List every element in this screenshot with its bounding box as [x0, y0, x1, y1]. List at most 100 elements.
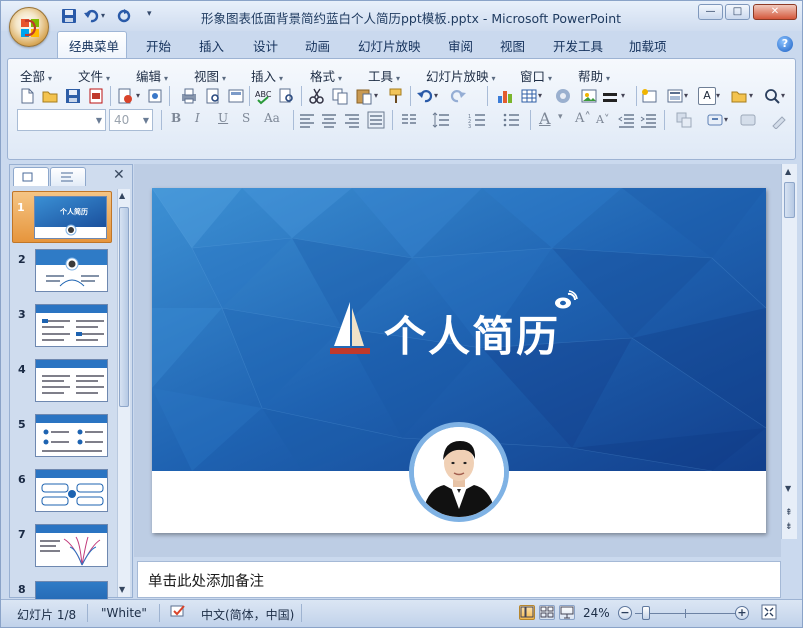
table-icon[interactable] [520, 87, 538, 105]
open-folder-icon[interactable] [41, 87, 59, 105]
theme-name[interactable]: "White" [101, 606, 147, 620]
menu-view[interactable]: 视图 ▾ [194, 66, 226, 85]
layout-icon[interactable] [666, 87, 684, 105]
new-slide-icon[interactable] [640, 87, 658, 105]
italic-button[interactable]: I [195, 111, 200, 125]
slide-thumb-3[interactable]: 3 [12, 304, 112, 356]
save-icon[interactable] [64, 87, 82, 105]
font-name-select[interactable]: ▼ [17, 109, 106, 131]
tab-view[interactable]: 视图 [500, 36, 525, 55]
text-box-dropdown-icon[interactable]: ▾ [716, 91, 724, 109]
slide-layout-icon[interactable] [227, 87, 245, 105]
help-icon[interactable]: ? [777, 36, 793, 52]
increase-indent-icon[interactable] [639, 111, 657, 129]
slide-thumb-8[interactable]: 8 [12, 579, 112, 599]
scroll-up-icon[interactable]: ▲ [119, 191, 125, 200]
customize-quick-access-icon[interactable]: ▾ [147, 9, 157, 25]
shapes-dropdown-icon[interactable]: ▾ [749, 91, 757, 109]
scrollbar-thumb[interactable] [784, 182, 795, 218]
tab-slide-show[interactable]: 幻灯片放映 [358, 36, 421, 55]
shape-fill-icon[interactable] [739, 111, 757, 129]
quick-styles-icon[interactable] [706, 111, 724, 129]
slide-show-view-button[interactable] [559, 605, 575, 620]
decrease-indent-icon[interactable] [617, 111, 635, 129]
tab-developer[interactable]: 开发工具 [553, 36, 603, 55]
slide-thumb-2[interactable]: 2 [12, 249, 112, 301]
line-spacing-icon[interactable] [432, 111, 450, 129]
scroll-up-icon[interactable]: ▲ [785, 167, 791, 176]
zoom-slider[interactable] [635, 613, 737, 614]
grow-font-button[interactable]: A˄ [575, 111, 591, 126]
menu-help[interactable]: 帮助 ▾ [578, 66, 610, 85]
scroll-down-icon[interactable]: ▼ [785, 484, 791, 493]
slide-thumb-4[interactable]: 4 [12, 359, 112, 411]
notes-pane[interactable]: 单击此处添加备注 [137, 561, 781, 598]
dropdown-icon[interactable]: ▾ [136, 91, 144, 109]
scrollbar-thumb[interactable] [119, 207, 129, 407]
arrange-icon[interactable] [675, 111, 693, 129]
print-preview-icon[interactable] [204, 87, 222, 105]
menu-format[interactable]: 格式 ▾ [310, 66, 342, 85]
undo-dropdown-icon[interactable]: ▾ [101, 11, 111, 27]
redo-toolbar-icon[interactable] [449, 87, 467, 105]
new-document-icon[interactable] [18, 87, 36, 105]
change-case-button[interactable]: Aa [264, 111, 280, 125]
scroll-down-icon[interactable]: ▼ [119, 585, 125, 594]
text-box-icon[interactable]: A [698, 87, 716, 105]
maximize-button[interactable]: □ [725, 4, 750, 20]
zoom-level[interactable]: 24% [583, 606, 610, 620]
slide-title[interactable]: 个人简历 [384, 303, 560, 364]
chart-icon[interactable] [496, 87, 514, 105]
slide-sorter-view-button[interactable] [539, 605, 555, 620]
spelling-icon[interactable]: ABC [254, 87, 272, 105]
tab-classic-menu[interactable]: 经典菜单 [69, 36, 119, 55]
align-left-icon[interactable] [298, 111, 316, 129]
minimize-button[interactable]: — [698, 4, 723, 20]
tab-home[interactable]: 开始 [146, 36, 171, 55]
paste-icon[interactable] [355, 87, 373, 105]
tab-animations[interactable]: 动画 [305, 36, 330, 55]
format-painter-icon[interactable] [387, 87, 405, 105]
thumbnail-scrollbar[interactable]: ▲ ▼ [117, 189, 130, 597]
align-center-icon[interactable] [320, 111, 338, 129]
menu-tools[interactable]: 工具 ▾ [368, 66, 400, 85]
zoom-in-button[interactable]: + [735, 606, 749, 620]
tab-design[interactable]: 设计 [253, 36, 278, 55]
line-dropdown-icon[interactable]: ▾ [621, 91, 629, 109]
layout-dropdown-icon[interactable]: ▾ [684, 91, 692, 109]
menu-file[interactable]: 文件 ▾ [78, 66, 110, 85]
menu-slide-show[interactable]: 幻灯片放映 ▾ [426, 66, 496, 85]
menu-insert[interactable]: 插入 ▾ [251, 66, 283, 85]
font-color-dropdown-icon[interactable]: ▾ [558, 112, 563, 122]
slide-thumb-6[interactable]: 6 [12, 469, 112, 521]
menu-window[interactable]: 窗口 ▾ [520, 66, 552, 85]
clip-art-icon[interactable] [554, 87, 572, 105]
align-right-icon[interactable] [343, 111, 361, 129]
research-icon[interactable] [277, 87, 295, 105]
font-size-select[interactable]: 40 ▼ [109, 109, 153, 131]
numbering-icon[interactable]: 123 [468, 111, 486, 130]
undo-toolbar-icon[interactable] [416, 87, 434, 105]
find-icon[interactable] [763, 87, 781, 105]
columns-icon[interactable] [400, 111, 418, 129]
bullets-icon[interactable] [502, 111, 520, 129]
underline-button[interactable]: U [218, 111, 228, 125]
table-dropdown-icon[interactable]: ▾ [538, 91, 546, 109]
tab-add-ins[interactable]: 加载项 [629, 36, 667, 55]
tab-review[interactable]: 审阅 [448, 36, 473, 55]
tab-insert[interactable]: 插入 [199, 36, 224, 55]
zoom-slider-thumb[interactable] [642, 606, 650, 620]
close-pane-icon[interactable]: ✕ [113, 167, 125, 183]
undo-dropdown-icon[interactable]: ▾ [434, 91, 442, 109]
save-icon[interactable] [61, 8, 79, 24]
undo-icon[interactable] [83, 8, 101, 24]
bold-button[interactable]: B [171, 111, 181, 125]
tab-outline[interactable] [50, 167, 86, 186]
picture-icon[interactable] [580, 87, 598, 105]
shapes-icon[interactable] [730, 87, 748, 105]
zoom-out-button[interactable]: − [618, 606, 632, 620]
spell-check-icon[interactable] [168, 603, 188, 626]
redo-icon[interactable] [115, 8, 133, 24]
line-color-icon[interactable] [601, 87, 619, 105]
slide-thumb-7[interactable]: 7 [12, 524, 112, 576]
